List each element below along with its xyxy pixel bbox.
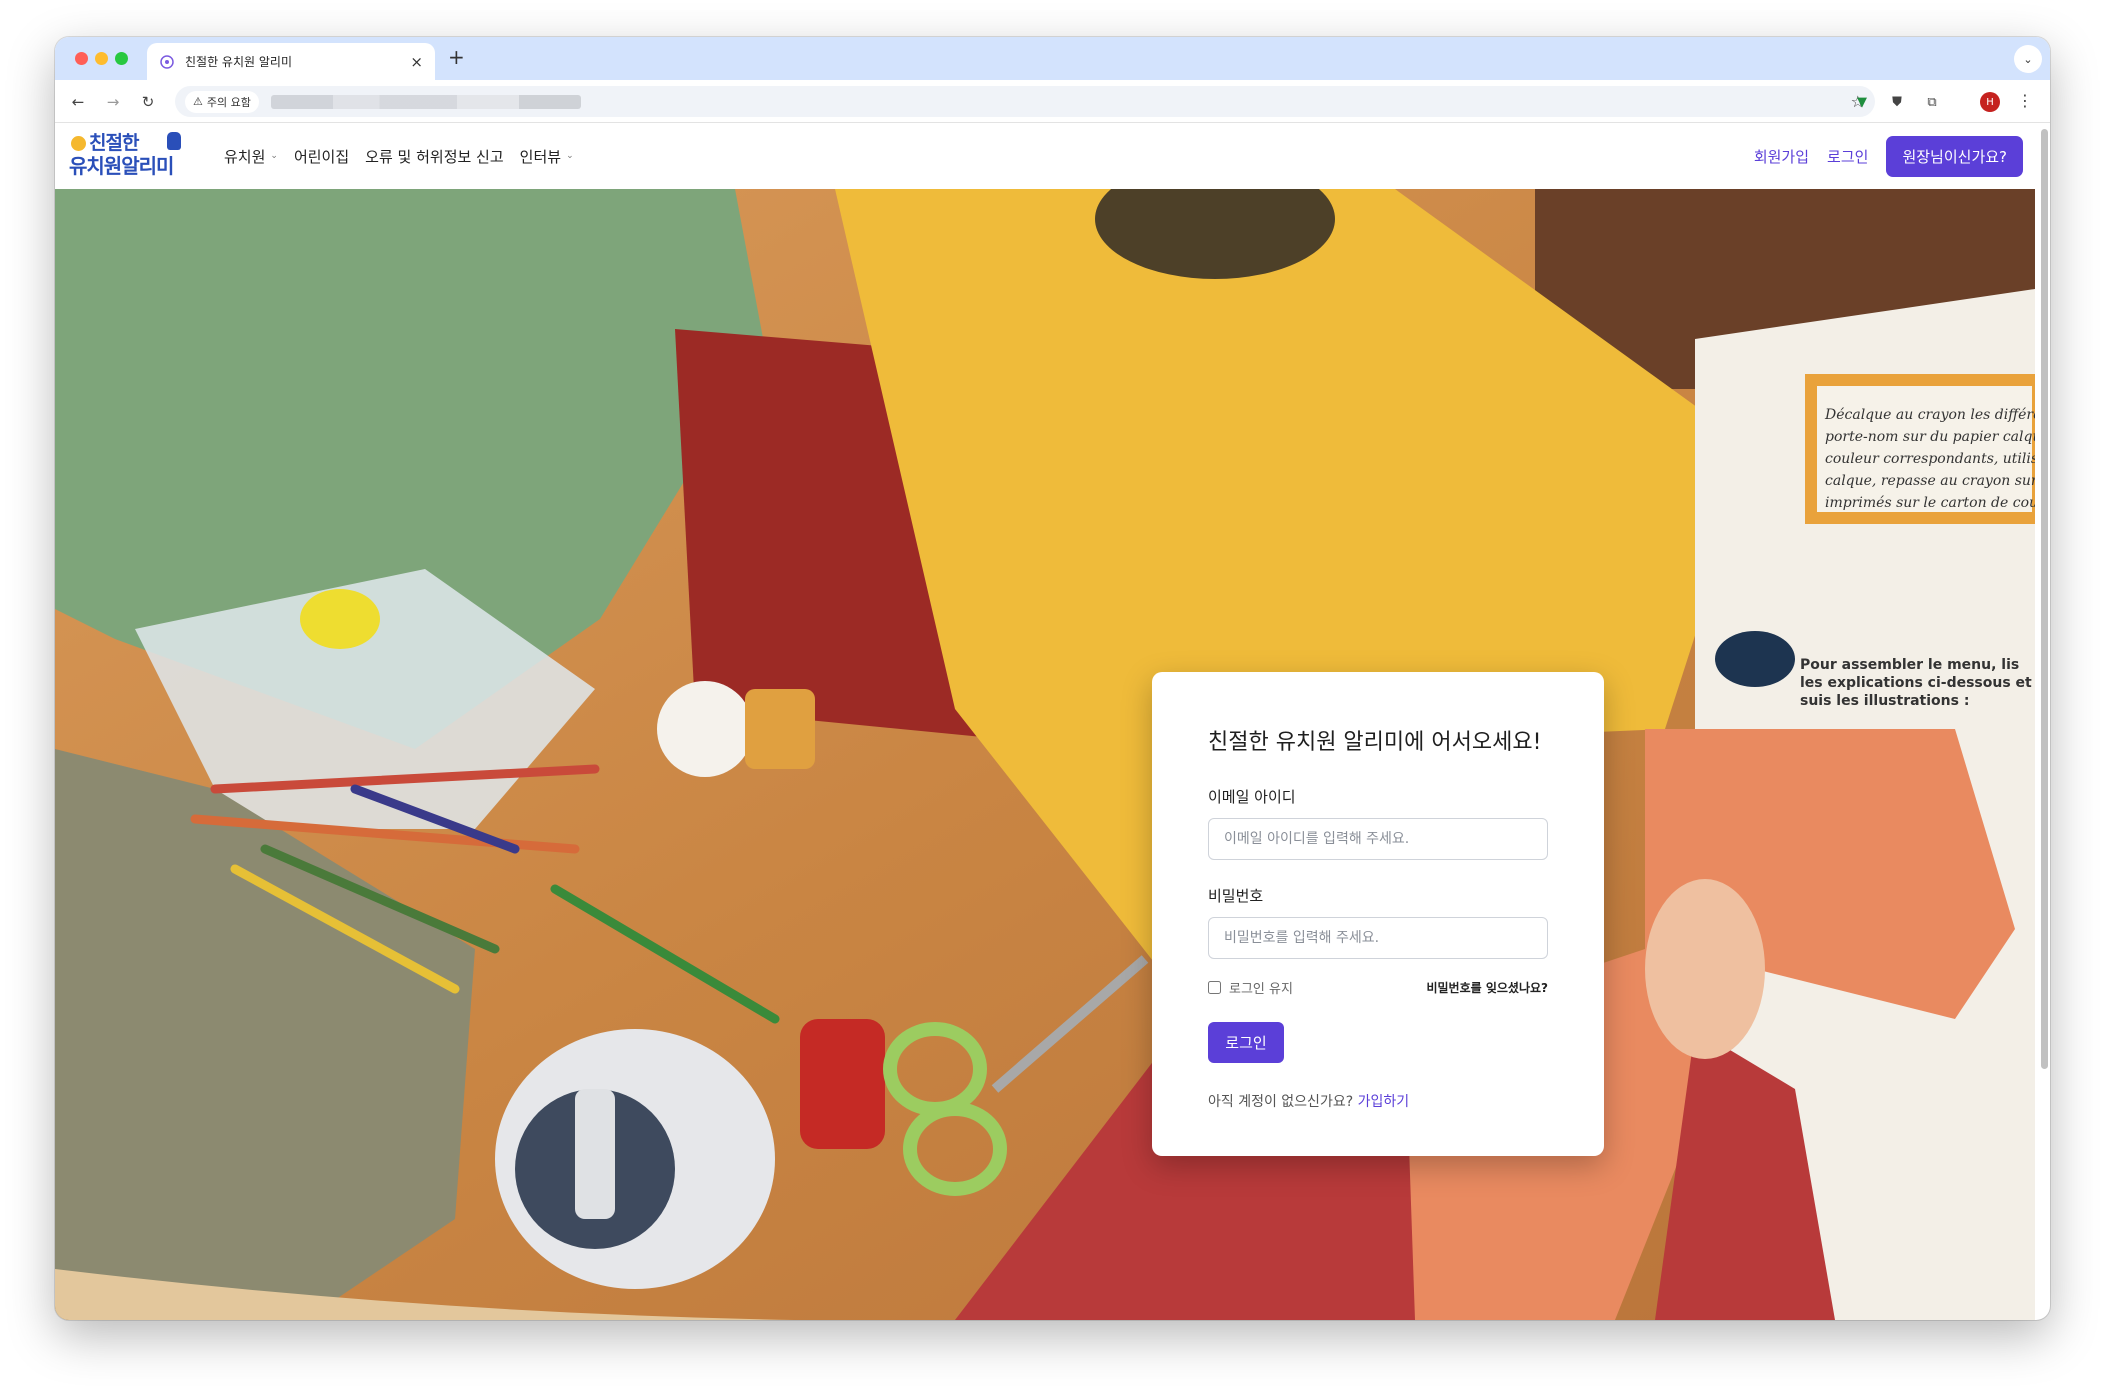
svg-text:Décalque au crayon les différe: Décalque au crayon les différentes pièce… [1824,407,2035,423]
director-button[interactable]: 원장님이신가요? [1886,135,2023,177]
forward-icon[interactable]: → [100,89,126,115]
extension-vue-icon[interactable]: ▼ [1852,92,1872,112]
browser-toolbar: ← → ↻ ⚠ 주의 요함 ☆ ▼ ⛊ ⧉ H ⋮ [55,80,2050,123]
nav-label: 어린이집 [293,147,350,166]
nav-item-kindergarten[interactable]: 유치원 ⌄ [224,146,278,167]
site-logo[interactable]: 친절한 유치원알리미 [69,132,183,180]
maximize-window-button[interactable] [115,52,128,65]
password-field[interactable] [1208,917,1548,959]
email-field[interactable] [1208,818,1548,860]
nav-label: 인터뷰 [519,147,562,166]
signup-link[interactable]: 회원가입 [1754,146,1809,167]
tab-search-button[interactable]: ⌄ [2014,45,2042,73]
tab-strip: 친절한 유치원 알리미 × + ⌄ [55,37,2050,80]
main-nav: 유치원 ⌄ 어린이집 오류 및 허위정보 신고 인터뷰 ⌄ [224,123,574,189]
nav-label: 오류 및 허위정보 신고 [365,147,504,166]
chevron-down-icon: ⌄ [270,151,278,161]
login-button[interactable]: 로그인 [1208,1022,1284,1063]
url-text-blurred [270,94,581,109]
login-options-row: 로그인 유지 비밀번호를 잊으셨나요? [1208,978,1548,997]
login-title: 친절한 유치원 알리미에 어서오세요! [1208,730,1542,755]
email-label: 이메일 아이디 [1208,788,1296,806]
login-card: 친절한 유치원 알리미에 어서오세요! 이메일 아이디 비밀번호 로그인 유지 … [1152,672,1604,1156]
header-actions: 회원가입 로그인 원장님이신가요? [1754,123,2023,189]
remember-me-checkbox[interactable] [1208,981,1221,994]
nav-item-interview[interactable]: 인터뷰 ⌄ [520,146,574,167]
flower-icon [160,54,174,69]
nav-item-daycare[interactable]: 어린이집 [294,146,349,167]
remember-me-label: 로그인 유지 [1229,982,1293,997]
extension-shield-icon[interactable]: ⛊ [1887,92,1907,112]
warning-icon: ⚠ [193,95,203,108]
browser-window: 친절한 유치원 알리미 × + ⌄ ← → ↻ ⚠ 주의 요함 ☆ ▼ ⛊ ⧉ … [55,37,2050,1320]
reload-icon[interactable]: ↻ [135,89,161,115]
password-label: 비밀번호 [1208,887,1264,905]
logo-text-line1: 친절한 [89,132,139,154]
nav-label: 유치원 [224,147,266,166]
minimize-window-button[interactable] [95,52,108,65]
back-icon[interactable]: ← [65,89,91,115]
header-login-link[interactable]: 로그인 [1827,146,1868,167]
svg-text:porte-nom sur du papier calque: porte-nom sur du papier calque. Pour rep… [1825,429,2035,445]
sun-icon [71,136,86,151]
puzzle-icon[interactable]: ⧉ [1922,92,1942,112]
logo-text-line2: 유치원알리미 [69,154,174,178]
nav-item-report[interactable]: 오류 및 허위정보 신고 [365,146,504,167]
svg-text:couleur correspondants, utilis: couleur correspondants, utilise le systè… [1825,451,2035,467]
page-viewport: Décalque au crayon les différentes pièce… [55,123,2035,1320]
hand-icon [167,132,181,150]
svg-text:imprimés sur le carton de coul: imprimés sur le carton de couleur. Il ne… [1825,495,2035,511]
tab-title: 친절한 유치원 알리미 [185,55,292,69]
chevron-down-icon: ⌄ [566,151,574,161]
close-window-button[interactable] [75,52,88,65]
remember-me[interactable]: 로그인 유지 [1208,978,1293,997]
profile-avatar[interactable]: H [1980,92,2000,112]
kebab-menu-icon[interactable]: ⋮ [2017,91,2033,110]
hero-background-image: Décalque au crayon les différentes pièce… [55,189,2035,1320]
forgot-password-link[interactable]: 비밀번호를 잊으셨나요? [1426,979,1548,996]
address-bar[interactable]: ⚠ 주의 요함 ☆ [175,86,1875,117]
no-account-text: 아직 계정이 없으신가요? [1208,1094,1354,1110]
svg-text:Pour assembler le menu, lis: Pour assembler le menu, lis [1800,657,2019,673]
site-header: 친절한 유치원알리미 유치원 ⌄ 어린이집 오류 및 허위정보 신고 인터뷰 ⌄ [55,123,2035,189]
svg-text:suis les illustrations :: suis les illustrations : [1800,693,1969,709]
tab-active[interactable]: 친절한 유치원 알리미 × [147,43,435,80]
svg-text:calque, repasse au crayon sur: calque, repasse au crayon sur les contou… [1825,473,2035,489]
signup-prompt: 아직 계정이 없으신가요? 가입하기 [1208,1091,1548,1111]
new-tab-button[interactable]: + [448,45,465,69]
security-chip[interactable]: ⚠ 주의 요함 [185,90,259,113]
tab-close-icon[interactable]: × [410,53,423,71]
page-scrollbar[interactable] [2041,129,2048,1069]
crafts-table-photo: Décalque au crayon les différentes pièce… [55,189,2035,1320]
security-label: 주의 요함 [206,95,251,109]
svg-text:les explications ci-dessous et: les explications ci-dessous et [1800,675,2032,691]
join-link[interactable]: 가입하기 [1358,1094,1410,1110]
